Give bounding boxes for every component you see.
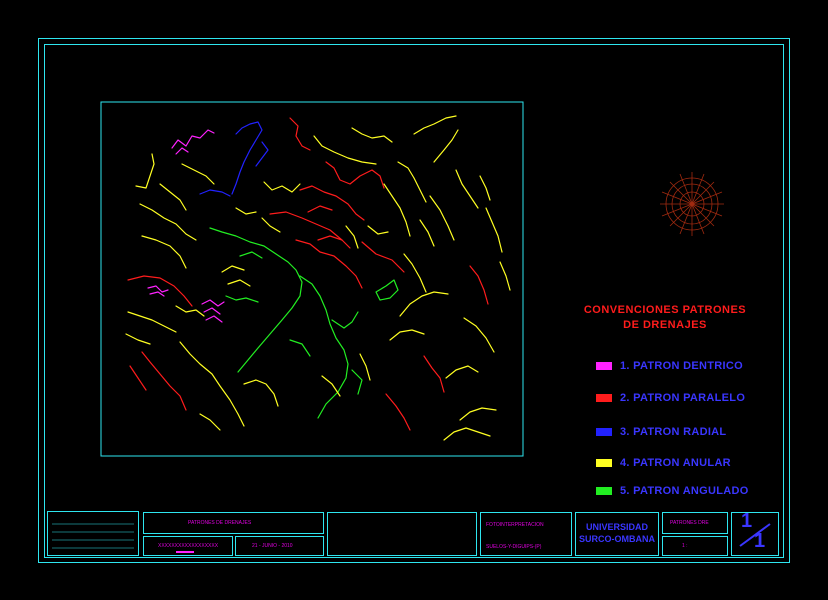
- swatch-dentrico: [596, 362, 612, 370]
- angular-streams: [209, 227, 399, 419]
- parallel-streams: [127, 117, 489, 431]
- tb-title: PATRONES DE DRENAJES: [188, 520, 252, 526]
- map-border: [100, 101, 524, 457]
- tb-subject-line1: FOTOINTERPRETACION: [486, 522, 544, 528]
- compass-rose: [660, 172, 724, 236]
- swatch-angulado: [596, 487, 612, 495]
- tb-small-magenta: XXXXXXXXXXXXXXXXXX: [158, 543, 219, 549]
- dentritic-streams: [147, 129, 225, 323]
- legend-item-radial: 3. PATRON RADIAL: [596, 426, 726, 438]
- legend-item-paralelo: 2. PATRON PARALELO: [596, 392, 745, 404]
- legend-title-line2: DE DRENAJES: [623, 319, 707, 331]
- tb-cell-scale: [662, 536, 728, 556]
- swatch-radial: [596, 428, 612, 436]
- tb-small-label: PATRONES DRE: [670, 520, 709, 526]
- swatch-paralelo: [596, 394, 612, 402]
- legend-item-angulado: 5. PATRON ANGULADO: [596, 485, 749, 497]
- legend-label: 4. PATRON ANULAR: [620, 457, 731, 469]
- legend-item-anular: 4. PATRON ANULAR: [596, 457, 731, 469]
- tb-magenta-bar: [176, 551, 194, 553]
- annular-streams: [125, 115, 511, 441]
- legend-label: 2. PATRON PARALELO: [620, 392, 746, 404]
- legend-label: 1. PATRON DENTRICO: [620, 360, 743, 372]
- legend-label: 3. PATRON RADIAL: [620, 426, 727, 438]
- tb-scale: 1 :: [682, 543, 688, 549]
- legend-label: 5. PATRON ANGULADO: [620, 485, 749, 497]
- legend-item-dentrico: 1. PATRON DENTRICO: [596, 360, 743, 372]
- radial-streams: [199, 121, 269, 197]
- drainage-map: [100, 101, 724, 457]
- tb-university-line1: UNIVERSIDAD: [585, 522, 648, 532]
- tb-university-line2: SURCO-OMBANA: [579, 534, 655, 544]
- tb-cell-notes: [327, 512, 477, 556]
- swatch-anular: [596, 459, 612, 467]
- tb-sheet-bottom: 1: [754, 530, 766, 552]
- legend-title-line1: CONVENCIONES PATRONES: [583, 304, 747, 316]
- tb-subject-line2: SUELOS-Y-DIGUIPS-(P): [486, 544, 542, 550]
- tb-lines: [52, 523, 134, 549]
- tb-date: 21 - JUNIO - 2010: [252, 543, 293, 549]
